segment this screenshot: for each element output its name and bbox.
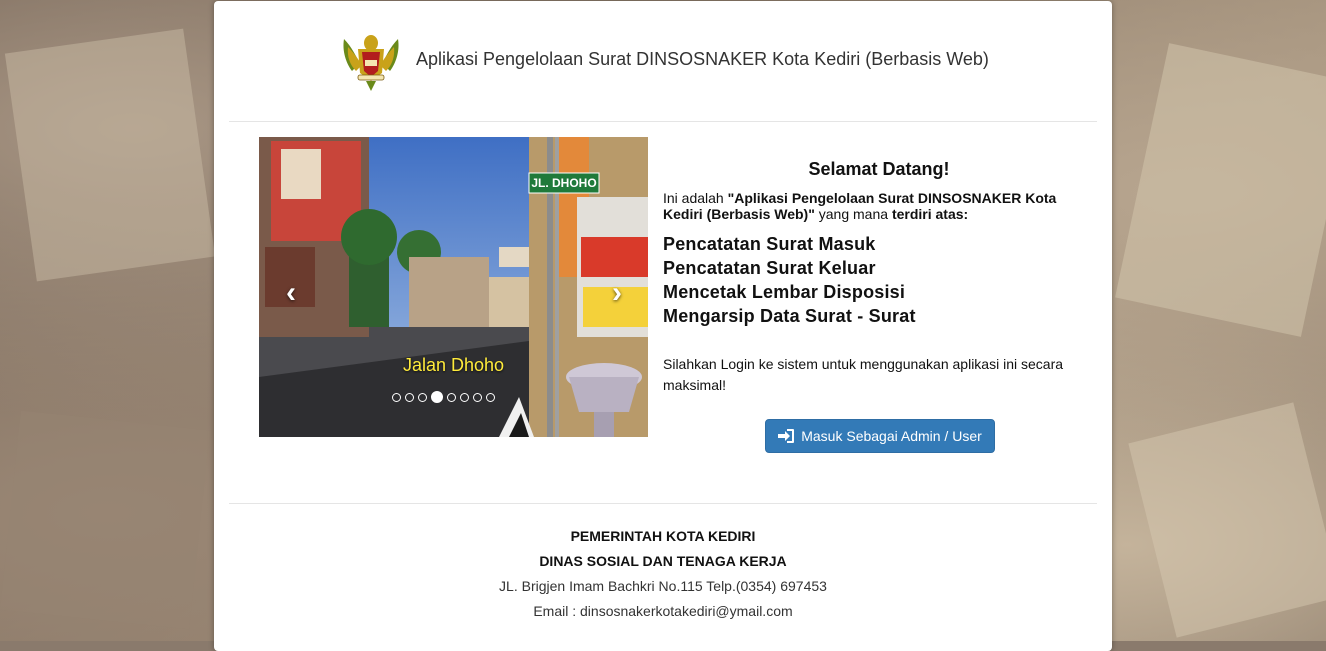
footer-government: PEMERINTAH KOTA KEDIRI bbox=[570, 528, 756, 544]
chevron-right-icon: › bbox=[612, 276, 622, 309]
feature-list: Pencatatan Surat Masuk Pencatatan Surat … bbox=[663, 232, 1095, 328]
sign-in-icon bbox=[778, 429, 795, 443]
footer-department: DINAS SOSIAL DAN TENAGA KERJA bbox=[539, 553, 787, 569]
app-title: Aplikasi Pengelolaan Surat DINSOSNAKER K… bbox=[416, 49, 989, 69]
carousel-indicator-dot[interactable] bbox=[431, 391, 443, 403]
carousel-indicator-dot[interactable] bbox=[473, 392, 482, 402]
intro-suffix: terdiri atas: bbox=[891, 206, 969, 222]
city-emblem-logo bbox=[343, 35, 399, 91]
login-instruction: Silahkan Login ke sistem untuk menggunak… bbox=[663, 356, 1064, 393]
login-button[interactable]: Masuk Sebagai Admin / User bbox=[765, 419, 995, 453]
intro-text: Ini adalah "Aplikasi Pengelolaan Surat D… bbox=[663, 190, 1095, 222]
street-sign-text: JL. DHOHO bbox=[531, 176, 596, 190]
background-letter bbox=[0, 410, 210, 630]
carousel-indicator-dot[interactable] bbox=[486, 392, 495, 402]
feature-item: Mengarsip Data Surat - Surat bbox=[663, 306, 916, 326]
feature-item: Mencetak Lembar Disposisi bbox=[663, 282, 906, 302]
background-letter bbox=[4, 28, 216, 282]
divider bbox=[229, 121, 1097, 122]
carousel-indicator-dot[interactable] bbox=[460, 392, 469, 402]
carousel-indicator-dot[interactable] bbox=[447, 392, 456, 402]
footer-email: Email : dinsosnakerkotakediri@ymail.com bbox=[533, 603, 793, 619]
footer: PEMERINTAH KOTA KEDIRI DINAS SOSIAL DAN … bbox=[214, 526, 1112, 626]
carousel-indicator-dot[interactable] bbox=[418, 392, 427, 402]
image-carousel[interactable]: JL. DHOHO Jalan Dhoho ‹ › bbox=[259, 137, 648, 437]
login-button-label: Masuk Sebagai Admin / User bbox=[801, 428, 982, 444]
carousel-indicator-dot[interactable] bbox=[405, 392, 414, 402]
chevron-left-icon: ‹ bbox=[286, 276, 296, 309]
divider bbox=[229, 503, 1097, 504]
carousel-next-button[interactable]: › bbox=[597, 273, 637, 313]
intro-mid: yang mana bbox=[814, 206, 892, 222]
welcome-heading: Selamat Datang! bbox=[808, 159, 950, 179]
welcome-section: Selamat Datang! Ini adalah "Aplikasi Pen… bbox=[663, 159, 1095, 396]
header: Aplikasi Pengelolaan Surat DINSOSNAKER K… bbox=[214, 1, 1112, 121]
footer-address: JL. Brigjen Imam Bachkri No.115 Telp.(03… bbox=[499, 578, 827, 594]
background-letter bbox=[1128, 402, 1326, 638]
slide-caption: Jalan Dhoho bbox=[402, 355, 505, 375]
carousel-prev-button[interactable]: ‹ bbox=[271, 273, 311, 313]
carousel-indicators bbox=[392, 390, 495, 404]
feature-item: Pencatatan Surat Keluar bbox=[663, 258, 876, 278]
main-panel: Aplikasi Pengelolaan Surat DINSOSNAKER K… bbox=[214, 1, 1112, 651]
intro-prefix: Ini adalah bbox=[663, 190, 728, 206]
carousel-indicator-dot[interactable] bbox=[392, 392, 401, 402]
background-letter bbox=[1115, 43, 1326, 337]
feature-item: Pencatatan Surat Masuk bbox=[663, 234, 876, 254]
